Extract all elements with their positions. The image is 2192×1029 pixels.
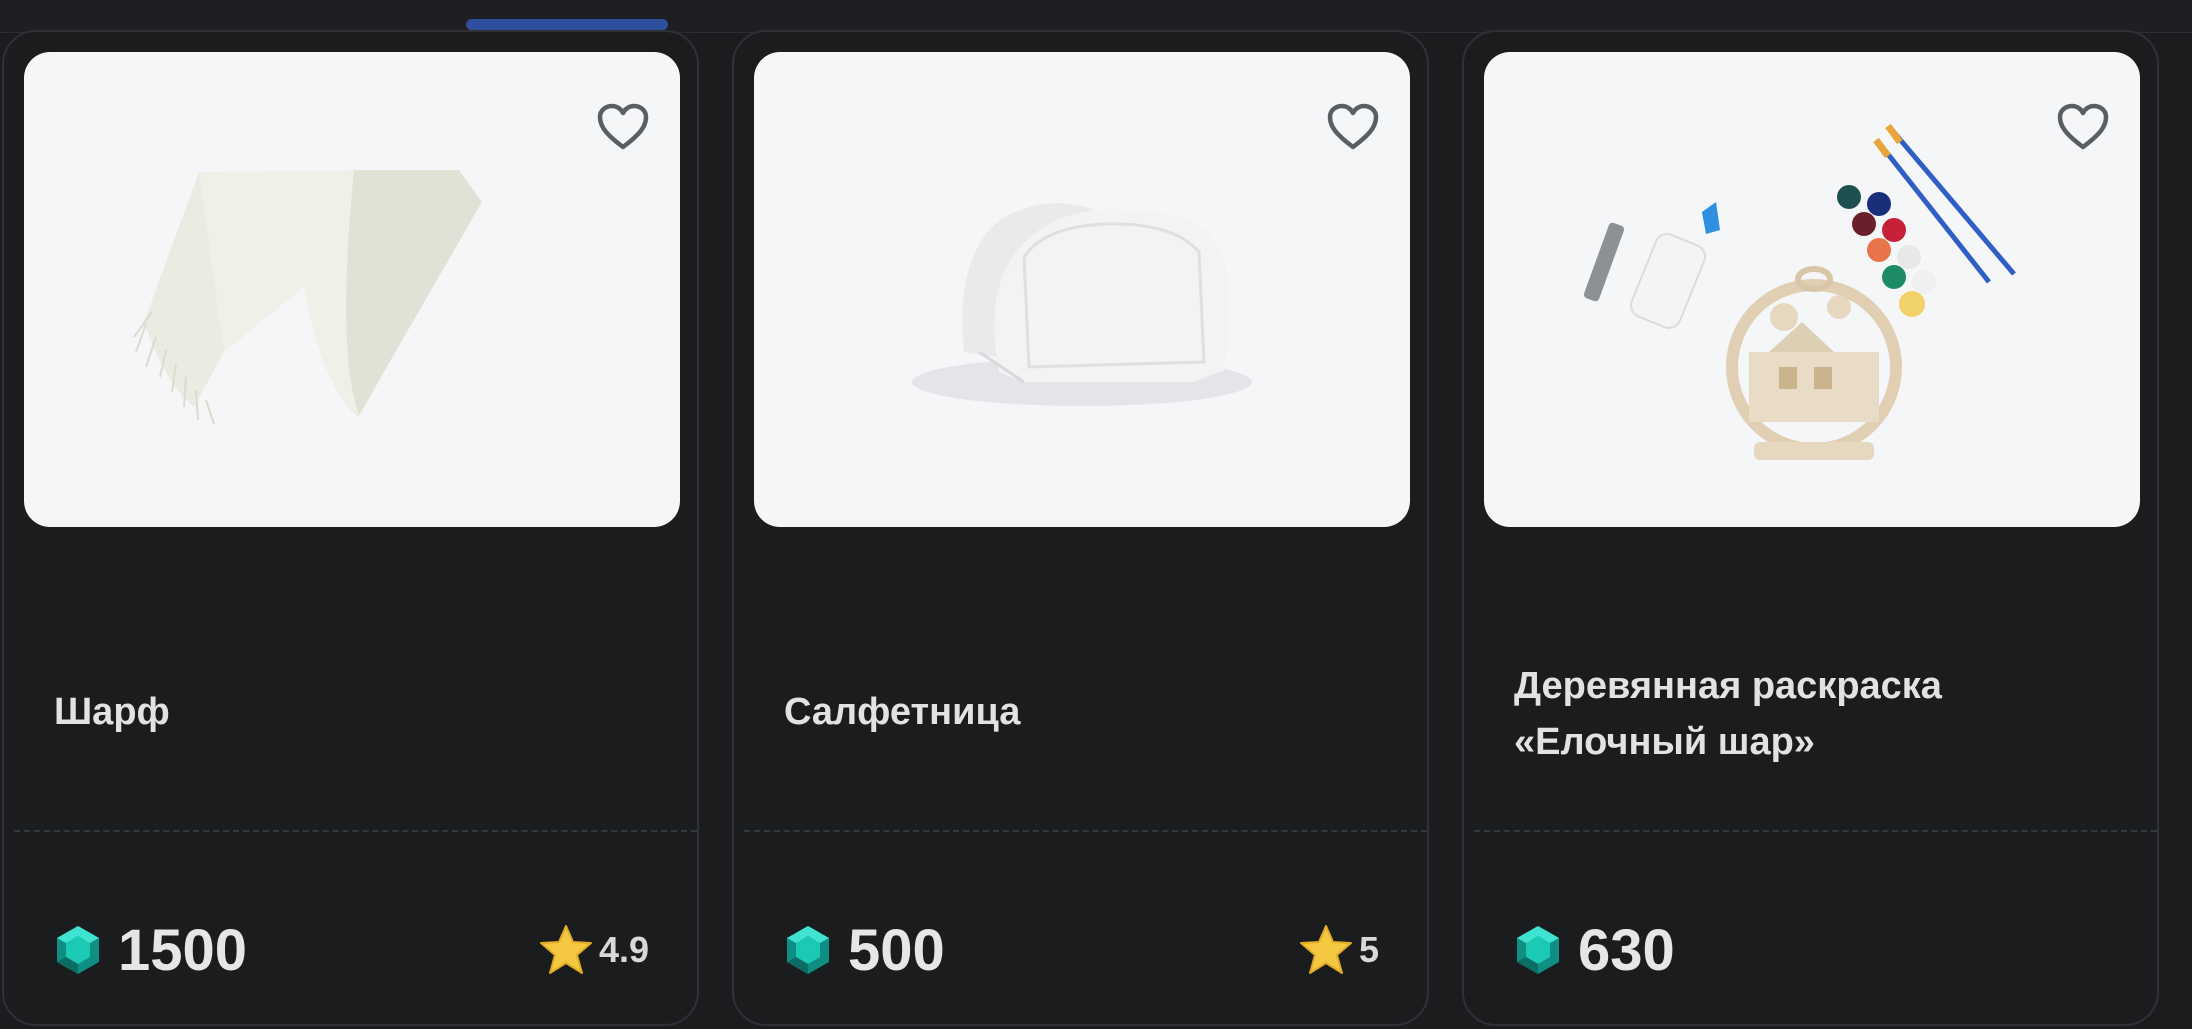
gem-icon — [787, 926, 829, 974]
rating: 5 — [1299, 910, 1379, 990]
rating-value: 5 — [1358, 929, 1379, 970]
card-divider — [1474, 830, 2157, 832]
favorite-button[interactable] — [596, 100, 650, 154]
product-title[interactable]: Шарф — [54, 684, 654, 740]
heart-outline-icon — [2057, 103, 2109, 150]
scarf-image — [133, 170, 482, 425]
gem-icon — [57, 926, 99, 974]
rating-value: 4.9 — [598, 929, 649, 970]
favorite-button[interactable] — [1326, 100, 1380, 154]
rating: 4.9 — [539, 910, 649, 990]
price: 1500 — [54, 910, 247, 990]
card-divider — [14, 830, 697, 832]
wooden-coloring-kit-image — [1583, 123, 2016, 460]
product-image[interactable] — [1484, 52, 2140, 527]
price-value: 1500 — [118, 917, 248, 983]
star-icon — [1299, 925, 1352, 974]
card-divider — [744, 830, 1427, 832]
top-tab-bar — [0, 0, 2192, 33]
napkin-holder-image — [912, 203, 1252, 406]
product-image[interactable] — [24, 52, 680, 527]
product-title[interactable]: Салфетница — [784, 684, 1384, 740]
favorite-button[interactable] — [2056, 100, 2110, 154]
product-card-scarf[interactable]: Шарф 1500 4.9 — [2, 30, 699, 1026]
price-value: 500 — [848, 917, 945, 983]
heart-outline-icon — [597, 103, 649, 150]
product-card-wooden-coloring[interactable]: Деревянная раскраска «Елочный шар» 630 — [1462, 30, 2159, 1026]
price: 630 — [1514, 910, 1675, 990]
heart-outline-icon — [1327, 103, 1379, 150]
product-title[interactable]: Деревянная раскраска «Елочный шар» — [1514, 658, 2034, 770]
active-tab-indicator — [466, 19, 668, 30]
price: 500 — [784, 910, 945, 990]
star-icon — [539, 925, 592, 974]
product-image[interactable] — [754, 52, 1410, 527]
gem-icon — [1517, 926, 1559, 974]
price-value: 630 — [1578, 917, 1675, 983]
product-card-napkin-holder[interactable]: Салфетница 500 5 — [732, 30, 1429, 1026]
